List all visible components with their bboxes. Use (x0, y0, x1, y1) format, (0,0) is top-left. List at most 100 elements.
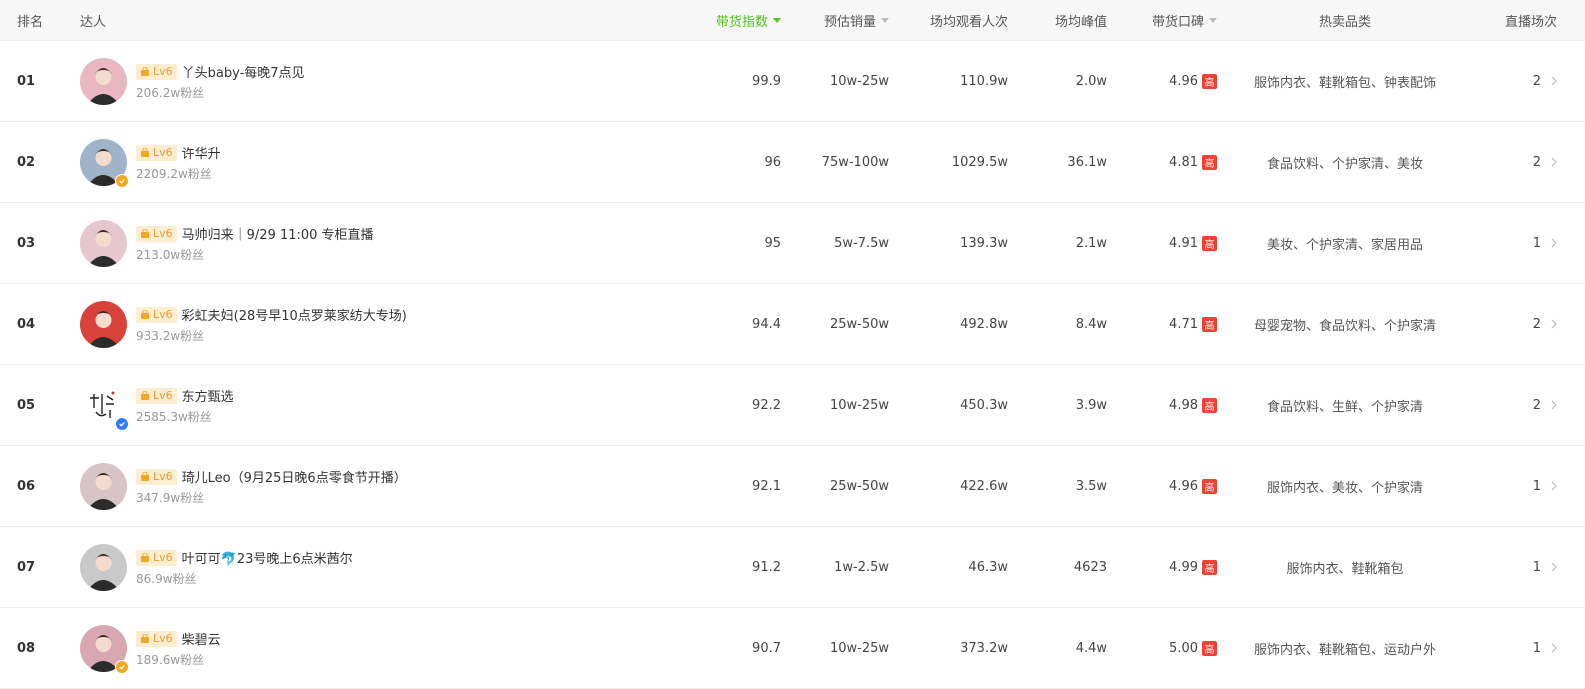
talent-name[interactable]: 许华升 (182, 143, 221, 162)
header-category: 热卖品类 (1318, 14, 1371, 30)
shop-bag-icon (141, 67, 149, 76)
verified-badge-icon (115, 173, 129, 188)
table-row[interactable]: 01 Lv6 丫头baby-每晚7点见 206.2w粉丝 99.9 10w-25w 110.… (0, 41, 1585, 122)
shop-bag-icon (141, 472, 149, 481)
chevron-right-icon[interactable] (1551, 400, 1557, 410)
rank-number: 05 (17, 397, 36, 413)
chevron-right-icon[interactable] (1551, 643, 1557, 653)
avatar-portrait (80, 462, 127, 510)
verified-badge-icon (115, 416, 129, 431)
live-sessions[interactable]: 2 (1470, 122, 1557, 202)
chevron-right-icon[interactable] (1551, 562, 1557, 572)
talent-cell[interactable]: Lv6 丫头baby-每晚7点见 206.2w粉丝 (80, 41, 640, 121)
level-badge: Lv6 (136, 630, 177, 647)
chevron-right-icon[interactable] (1551, 481, 1557, 491)
avg-views: 1029.5w (951, 154, 1008, 170)
level-label: Lv6 (153, 146, 173, 159)
talent-name[interactable]: 琦儿Leo（9月25日晚6点零食节开播） (182, 467, 407, 486)
talent-cell[interactable]: Lv6 叶可可🐬23号晚上6点米茜尔 86.9w粉丝 (80, 527, 640, 607)
talent-name-line: Lv6 柴碧云 (136, 629, 221, 649)
talent-name-line: Lv6 彩虹夫妇(28号早10点罗莱家纺大专场) (136, 305, 407, 325)
avatar[interactable] (80, 300, 127, 348)
rank-number: 08 (17, 640, 36, 656)
chevron-right-icon[interactable] (1551, 238, 1557, 248)
live-sessions[interactable]: 2 (1470, 284, 1557, 364)
header-index-label: 带货指数 (715, 14, 768, 30)
level-badge: Lv6 (136, 225, 177, 242)
live-sessions[interactable]: 1 (1470, 608, 1557, 688)
estimated-sales: 75w-100w (821, 154, 889, 170)
live-sessions[interactable]: 1 (1470, 203, 1557, 283)
table-row[interactable]: 07 Lv6 叶可可🐬23号晚上6点米茜尔 86.9w粉丝 91.2 1w-2.5w 46.… (0, 527, 1585, 608)
avatar[interactable] (80, 624, 129, 674)
avatar[interactable] (80, 57, 127, 105)
level-label: Lv6 (153, 632, 173, 645)
talent-cell[interactable]: Lv6 柴碧云 189.6w粉丝 (80, 608, 640, 688)
shop-bag-icon (141, 310, 149, 319)
talent-name[interactable]: 彩虹夫妇(28号早10点罗莱家纺大专场) (182, 305, 407, 324)
reputation-score: 4.81 高 (1120, 122, 1217, 202)
hot-categories: 服饰内衣、鞋靴箱包、钟表配饰 (1253, 75, 1436, 91)
talent-cell[interactable]: Lv6 东方甄选 2585.3w粉丝 (80, 365, 640, 445)
talent-info: Lv6 叶可可🐬23号晚上6点米茜尔 86.9w粉丝 (136, 548, 353, 587)
avatar[interactable] (80, 381, 129, 431)
talent-name[interactable]: 东方甄选 (182, 386, 234, 405)
talent-cell[interactable]: Lv6 马帅归来｜9/29 11:00 专柜直播 213.0w粉丝 (80, 203, 640, 283)
talent-name[interactable]: 柴碧云 (182, 629, 221, 648)
talent-name[interactable]: 马帅归来｜9/29 11:00 专柜直播 (182, 224, 374, 243)
rank-number: 02 (17, 154, 36, 170)
talent-cell[interactable]: Lv6 彩虹夫妇(28号早10点罗莱家纺大专场) 933.2w粉丝 (80, 284, 640, 364)
avatar[interactable] (80, 219, 127, 267)
reputation-score: 4.96 高 (1120, 41, 1217, 121)
avatar[interactable] (80, 543, 127, 591)
level-label: Lv6 (153, 308, 173, 321)
table-row[interactable]: 04 Lv6 彩虹夫妇(28号早10点罗莱家纺大专场) 933.2w粉丝 94.4 25w… (0, 284, 1585, 365)
level-badge: Lv6 (136, 468, 177, 485)
chevron-right-icon[interactable] (1551, 157, 1557, 167)
avg-views: 492.8w (960, 316, 1008, 332)
high-badge: 高 (1202, 154, 1217, 170)
hot-categories: 服饰内衣、鞋靴箱包、运动户外 (1253, 642, 1436, 658)
avg-peak: 2.0w (1075, 73, 1107, 89)
avg-views: 110.9w (960, 73, 1008, 89)
level-badge: Lv6 (136, 549, 177, 566)
table-row[interactable]: 02 Lv6 许华升 2209.2w粉丝 96 75w-100w 1029.5w 36.1w 4… (0, 122, 1585, 203)
talent-name[interactable]: 叶可可🐬23号晚上6点米茜尔 (182, 548, 353, 567)
live-sessions[interactable]: 1 (1470, 446, 1557, 526)
sales-index: 91.2 (752, 559, 781, 575)
estimated-sales: 1w-2.5w (834, 559, 889, 575)
live-sessions[interactable]: 1 (1470, 527, 1557, 607)
fans-count: 213.0w粉丝 (136, 247, 205, 262)
sales-index: 95 (764, 235, 781, 251)
talent-cell[interactable]: Lv6 琦儿Leo（9月25日晚6点零食节开播） 347.9w粉丝 (80, 446, 640, 526)
level-label: Lv6 (153, 551, 173, 564)
avg-peak: 4.4w (1075, 640, 1107, 656)
table-row[interactable]: 03 Lv6 马帅归来｜9/29 11:00 专柜直播 213.0w粉丝 95 5w-7.… (0, 203, 1585, 284)
level-badge: Lv6 (136, 144, 177, 161)
header-talent: 达人 (80, 14, 107, 30)
talent-info: Lv6 柴碧云 189.6w粉丝 (136, 629, 221, 668)
estimated-sales: 25w-50w (829, 478, 889, 494)
avg-peak: 3.9w (1075, 397, 1107, 413)
shop-bag-icon (141, 553, 149, 562)
table-row[interactable]: 05 Lv6 东方甄选 2585.3w粉丝 92.2 10w-25w 450.3w 3.9w 4… (0, 365, 1585, 446)
live-sessions[interactable]: 2 (1470, 41, 1557, 121)
avatar[interactable] (80, 462, 127, 510)
talent-cell[interactable]: Lv6 许华升 2209.2w粉丝 (80, 122, 640, 202)
avatar[interactable] (80, 138, 129, 188)
chevron-right-icon[interactable] (1551, 319, 1557, 329)
header-reputation-sort[interactable]: 带货口碑 (1120, 0, 1217, 40)
avg-views: 139.3w (960, 235, 1008, 251)
header-sales-sort[interactable]: 预估销量 (790, 0, 889, 40)
live-sessions[interactable]: 2 (1470, 365, 1557, 445)
fans-count: 347.9w粉丝 (136, 490, 205, 505)
talent-name-line: Lv6 琦儿Leo（9月25日晚6点零食节开播） (136, 467, 407, 487)
header-index-sort[interactable]: 带货指数 (660, 0, 781, 40)
chevron-right-icon[interactable] (1551, 76, 1557, 86)
estimated-sales: 10w-25w (829, 397, 889, 413)
avg-views: 373.2w (960, 640, 1008, 656)
high-badge: 高 (1202, 397, 1217, 413)
talent-name[interactable]: 丫头baby-每晚7点见 (182, 62, 305, 81)
reputation-score: 4.99 高 (1120, 527, 1217, 607)
table-row[interactable]: 06 Lv6 琦儿Leo（9月25日晚6点零食节开播） 347.9w粉丝 92.1 25w… (0, 446, 1585, 527)
